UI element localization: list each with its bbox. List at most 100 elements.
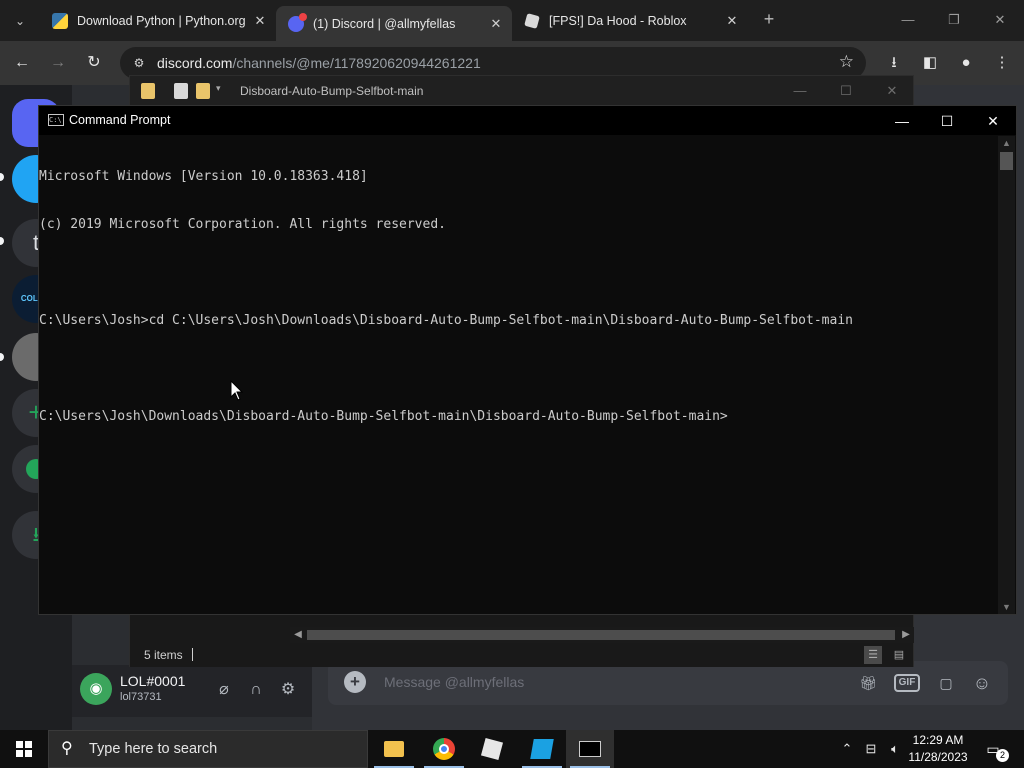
message-input[interactable]: Message @allmyfellas — [384, 674, 524, 690]
scroll-down-icon[interactable]: ▼ — [998, 600, 1015, 614]
taskbar-roblox[interactable] — [468, 730, 516, 768]
unread-indicator — [0, 237, 4, 245]
unread-indicator — [0, 353, 4, 361]
folder-icon — [384, 741, 404, 757]
console-output[interactable]: Microsoft Windows [Version 10.0.18363.41… — [39, 136, 999, 614]
cmd-titlebar: C:\ Command Prompt — ☐ ✕ — [39, 106, 1016, 135]
emoji-icon[interactable]: ☺ — [970, 671, 994, 695]
text-caret — [192, 648, 193, 661]
close-window-icon[interactable]: ✕ — [971, 108, 1015, 134]
close-tab-icon[interactable]: ✕ — [250, 13, 270, 29]
maximize-icon[interactable]: ☐ — [826, 81, 866, 101]
mute-mic-icon[interactable]: ⌀ — [213, 679, 235, 701]
restore-icon[interactable]: ❐ — [934, 8, 974, 32]
cmd-icon — [579, 741, 601, 757]
tab-discord[interactable]: (1) Discord | @allmyfellas ✕ — [276, 6, 512, 41]
download-icon[interactable]: ⭳ — [882, 51, 906, 75]
mouse-pointer-icon — [230, 380, 244, 401]
minimize-icon[interactable]: — — [880, 108, 924, 134]
unread-indicator — [0, 173, 4, 181]
explorer-title: Disboard-Auto-Bump-Selfbot-main — [240, 84, 424, 98]
cmd-app-icon: C:\ — [48, 114, 64, 126]
windows-logo-icon — [16, 741, 32, 757]
tab-title: [FPS!] Da Hood - Roblox — [549, 14, 687, 28]
scroll-left-icon[interactable]: ◀ — [290, 627, 306, 643]
avatar[interactable]: ◉ — [80, 673, 112, 705]
notification-count-badge: 2 — [996, 749, 1009, 762]
reload-icon[interactable]: ↻ — [82, 51, 106, 75]
scroll-thumb[interactable] — [307, 630, 895, 640]
url-text[interactable]: discord.com/channels/@me/117892062094426… — [157, 55, 481, 71]
minimize-icon[interactable]: — — [780, 81, 820, 101]
tab-roblox[interactable]: [FPS!] Da Hood - Roblox ✕ — [512, 6, 748, 36]
close-window-icon[interactable]: ✕ — [872, 81, 912, 101]
clock-date: 11/28/2023 — [908, 750, 968, 764]
user-panel: ◉ LOL#0001 lol73731 ⌀ ∩ ⚙ — [72, 665, 312, 717]
minimize-icon[interactable]: — — [888, 8, 928, 32]
item-count: 5 items — [144, 648, 183, 662]
side-panel-icon[interactable]: ◧ — [918, 51, 942, 75]
message-composer[interactable]: + Message @allmyfellas 🎁︎ GIF ▢ ☺ — [328, 661, 1008, 705]
quick-access-dropdown-icon[interactable]: ▾ — [216, 83, 226, 99]
start-button[interactable] — [0, 730, 48, 768]
volume-muted-icon[interactable]: 🔈︎ — [886, 740, 904, 758]
taskbar-command-prompt[interactable] — [566, 730, 614, 768]
taskbar-roblox-studio[interactable] — [518, 730, 566, 768]
taskbar-file-explorer[interactable] — [370, 730, 418, 768]
scroll-thumb[interactable] — [1000, 152, 1013, 170]
taskbar-clock[interactable]: 12:29 AM 11/28/2023 — [905, 732, 971, 766]
new-folder-icon[interactable] — [196, 83, 210, 99]
tab-search-chevron-icon[interactable]: ⌄ — [8, 9, 32, 33]
large-icons-view-icon[interactable]: ▤ — [890, 646, 908, 664]
scroll-right-icon[interactable]: ▶ — [898, 627, 914, 643]
console-line: Microsoft Windows [Version 10.0.18363.41… — [39, 169, 368, 184]
settings-gear-icon[interactable]: ⚙ — [277, 679, 299, 701]
attach-plus-icon[interactable]: + — [344, 671, 366, 693]
explorer-statusbar: 5 items ☰ ▤ — [130, 643, 913, 667]
roblox-studio-icon — [530, 739, 554, 759]
folder-icon — [141, 83, 155, 99]
profile-icon[interactable]: ● — [954, 51, 978, 75]
taskbar-chrome[interactable] — [420, 730, 468, 768]
forward-arrow-icon[interactable]: → — [46, 51, 70, 75]
maximize-icon[interactable]: ☐ — [925, 108, 969, 134]
command-prompt-window: C:\ Command Prompt — ☐ ✕ Microsoft Windo… — [38, 105, 1017, 615]
close-tab-icon[interactable]: ✕ — [722, 13, 742, 29]
tab-python[interactable]: Download Python | Python.org ✕ — [40, 6, 276, 36]
site-settings-icon[interactable]: ⚙ — [130, 54, 148, 72]
console-line: (c) 2019 Microsoft Corporation. All righ… — [39, 217, 446, 232]
taskbar-search[interactable]: ⚲ Type here to search — [48, 730, 368, 768]
close-window-icon[interactable]: ✕ — [980, 8, 1020, 32]
horizontal-scrollbar[interactable]: ◀ ▶ — [290, 627, 914, 643]
discord-favicon-icon — [288, 12, 307, 32]
search-icon: ⚲ — [61, 740, 73, 757]
username[interactable]: LOL#0001 — [120, 673, 185, 689]
navigation-pane — [130, 616, 288, 642]
headphones-icon[interactable]: ∩ — [245, 679, 267, 701]
new-tab-button[interactable]: + — [758, 8, 780, 30]
back-arrow-icon[interactable]: ← — [10, 51, 34, 75]
search-input[interactable]: Type here to search — [89, 741, 217, 757]
cmd-title: Command Prompt — [69, 113, 171, 127]
sticker-icon[interactable]: ▢ — [934, 671, 958, 695]
browser-tab-strip: ⌄ Download Python | Python.org ✕ (1) Dis… — [0, 0, 1024, 41]
close-tab-icon[interactable]: ✕ — [486, 16, 506, 32]
windows-taskbar: ⚲ Type here to search ⌃ ⊟ 🔈︎ 12:29 AM 11… — [0, 730, 1024, 768]
network-icon[interactable]: ⊟ — [862, 740, 880, 758]
vertical-scrollbar[interactable]: ▲ ▼ — [998, 136, 1015, 614]
python-favicon-icon — [52, 13, 68, 29]
console-prompt-line[interactable]: C:\Users\Josh\Downloads\Disboard-Auto-Bu… — [39, 409, 999, 425]
bookmark-star-icon[interactable]: ☆ — [839, 52, 854, 72]
desktop: ⌄ Download Python | Python.org ✕ (1) Dis… — [0, 0, 1024, 768]
explorer-titlebar: ▾ Disboard-Auto-Bump-Selfbot-main — ☐ ✕ — [130, 76, 913, 106]
details-view-icon[interactable]: ☰ — [864, 646, 882, 664]
action-center-icon[interactable]: ▭ 2 — [982, 739, 1009, 762]
show-hidden-icons-chevron-icon[interactable]: ⌃ — [838, 740, 856, 758]
menu-kebab-icon[interactable]: ⋮ — [990, 51, 1014, 75]
gif-button[interactable]: GIF — [894, 674, 920, 692]
gift-icon[interactable]: 🎁︎ — [856, 671, 880, 695]
properties-icon[interactable] — [174, 83, 188, 99]
scroll-up-icon[interactable]: ▲ — [998, 136, 1015, 150]
